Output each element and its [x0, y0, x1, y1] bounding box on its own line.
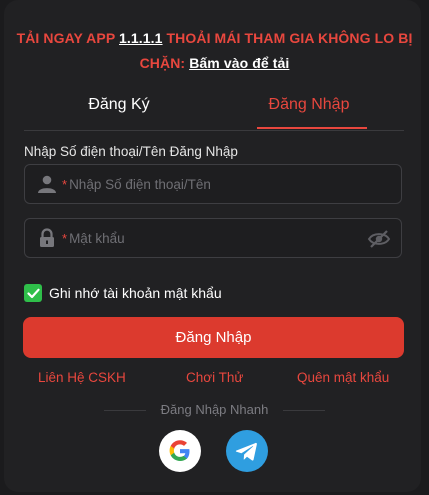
user-icon: [36, 173, 58, 195]
username-input[interactable]: * Nhập Số điện thoại/Tên: [24, 164, 402, 204]
required-mark: *: [62, 176, 68, 192]
remember-me[interactable]: Ghi nhớ tài khoản mật khẩu: [24, 284, 222, 302]
remember-label: Ghi nhớ tài khoản mật khẩu: [49, 285, 222, 301]
promo-line-2: CHẶN: Bấm vào để tải: [0, 51, 429, 76]
forgot-password-link[interactable]: Quên mật khẩu: [297, 370, 389, 385]
remember-checkbox[interactable]: [24, 284, 42, 302]
telegram-icon: [235, 442, 257, 461]
promo-banner: TẢI NGAY APP 1.1.1.1 THOẢI MÁI THAM GIA …: [0, 26, 429, 76]
quick-login-label: Đăng Nhập Nhanh: [160, 402, 269, 417]
help-links: Liên Hệ CSKH Chơi Thử Quên mật khẩu: [24, 370, 404, 390]
login-screen: TẢI NGAY APP 1.1.1.1 THOẢI MÁI THAM GIA …: [0, 0, 429, 495]
google-icon: [169, 440, 190, 461]
promo-line2-prefix: CHẶN:: [139, 55, 190, 71]
google-login-button[interactable]: [159, 430, 201, 472]
password-placeholder: Mật khẩu: [69, 230, 125, 246]
username-label: Nhập Số điện thoại/Tên Đăng Nhập: [24, 144, 238, 159]
tab-register[interactable]: Đăng Ký: [24, 84, 214, 130]
telegram-login-button[interactable]: [226, 430, 268, 472]
promo-line-1: TẢI NGAY APP 1.1.1.1 THOẢI MÁI THAM GIA …: [0, 26, 429, 51]
checkmark-icon: [26, 288, 40, 298]
lock-icon: [36, 227, 58, 249]
password-input[interactable]: * Mật khẩu: [24, 218, 402, 258]
login-button[interactable]: Đăng Nhập: [23, 317, 404, 358]
support-link[interactable]: Liên Hệ CSKH: [38, 370, 126, 385]
auth-tabs: Đăng Ký Đăng Nhập: [24, 84, 404, 131]
active-tab-indicator: [257, 127, 367, 129]
app-version: 1.1.1.1: [119, 30, 163, 46]
trial-link[interactable]: Chơi Thử: [186, 370, 243, 385]
download-link[interactable]: Bấm vào để tải: [189, 55, 289, 71]
tab-login[interactable]: Đăng Nhập: [214, 84, 404, 130]
promo-text-suffix: THOẢI MÁI THAM GIA KHÔNG LO BỊ: [162, 30, 413, 46]
promo-text-prefix: TẢI NGAY APP: [16, 30, 120, 46]
required-mark: *: [62, 230, 68, 246]
divider-right: [283, 410, 325, 411]
eye-off-icon[interactable]: [367, 228, 391, 250]
username-placeholder: Nhập Số điện thoại/Tên: [69, 176, 211, 192]
